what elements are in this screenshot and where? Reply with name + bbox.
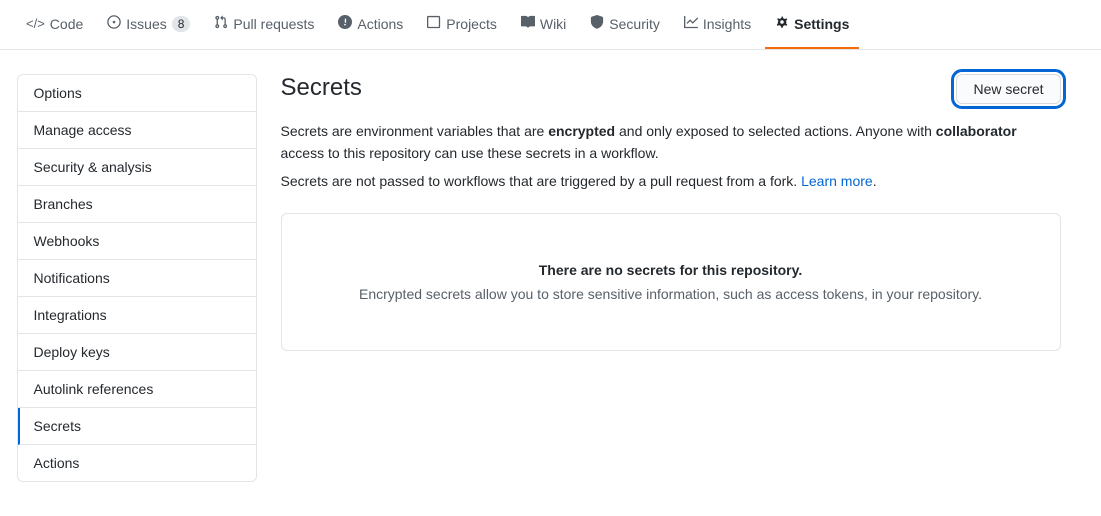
nav-label-projects: Projects (446, 16, 497, 32)
insights-icon (684, 15, 698, 32)
projects-icon (427, 15, 441, 32)
sidebar-item-deploy-keys[interactable]: Deploy keys (18, 334, 256, 371)
page-layout: Options Manage access Security & analysi… (1, 50, 1101, 506)
sidebar-item-security-analysis[interactable]: Security & analysis (18, 149, 256, 186)
code-icon: </> (26, 16, 45, 31)
main-content: Secrets New secret Secrets are environme… (257, 74, 1085, 482)
desc-after: access to this repository can use these … (281, 145, 659, 161)
nav-label-insights: Insights (703, 16, 751, 32)
new-secret-button[interactable]: New secret (956, 74, 1060, 104)
fork-note: Secrets are not passed to workflows that… (281, 173, 1061, 189)
nav-label-settings: Settings (794, 16, 849, 32)
sidebar-item-manage-access[interactable]: Manage access (18, 112, 256, 149)
nav-label-pull-requests: Pull requests (233, 16, 314, 32)
nav-item-code[interactable]: </> Code (16, 0, 93, 49)
nav-label-code: Code (50, 16, 83, 32)
description-line1: Secrets are environment variables that a… (281, 120, 1061, 165)
empty-box-title: There are no secrets for this repository… (306, 262, 1036, 278)
nav-label-security: Security (609, 16, 660, 32)
desc-before-encrypted: Secrets are environment variables that a… (281, 123, 549, 139)
learn-more-link[interactable]: Learn more (801, 173, 873, 189)
sidebar-item-branches[interactable]: Branches (18, 186, 256, 223)
wiki-icon (521, 15, 535, 32)
sidebar-item-notifications[interactable]: Notifications (18, 260, 256, 297)
nav-label-actions: Actions (357, 16, 403, 32)
sidebar-item-actions[interactable]: Actions (18, 445, 256, 481)
sidebar-item-webhooks[interactable]: Webhooks (18, 223, 256, 260)
actions-icon (338, 15, 352, 32)
security-icon (590, 15, 604, 32)
nav-item-security[interactable]: Security (580, 0, 670, 49)
nav-item-insights[interactable]: Insights (674, 0, 761, 49)
nav-item-wiki[interactable]: Wiki (511, 0, 576, 49)
nav-item-projects[interactable]: Projects (417, 0, 507, 49)
fork-note-period: . (873, 173, 877, 189)
nav-item-issues[interactable]: Issues 8 (97, 0, 200, 49)
desc-collaborator: collaborator (936, 123, 1017, 139)
nav-item-settings[interactable]: Settings (765, 0, 859, 49)
settings-icon (775, 15, 789, 32)
fork-note-before: Secrets are not passed to workflows that… (281, 173, 802, 189)
sidebar-item-options[interactable]: Options (18, 75, 256, 112)
empty-box-description: Encrypted secrets allow you to store sen… (306, 286, 1036, 302)
issues-icon (107, 15, 121, 32)
nav-item-actions[interactable]: Actions (328, 0, 413, 49)
nav-item-pull-requests[interactable]: Pull requests (204, 0, 324, 49)
nav-label-wiki: Wiki (540, 16, 566, 32)
issues-badge: 8 (172, 16, 191, 32)
desc-mid: and only exposed to selected actions. An… (615, 123, 936, 139)
sidebar-item-secrets[interactable]: Secrets (18, 408, 256, 445)
top-nav: </> Code Issues 8 Pull requests Actions … (0, 0, 1101, 50)
pull-requests-icon (214, 15, 228, 32)
page-header: Secrets New secret (281, 74, 1061, 104)
nav-label-issues: Issues (126, 16, 166, 32)
sidebar-item-autolink-references[interactable]: Autolink references (18, 371, 256, 408)
page-title: Secrets (281, 74, 362, 102)
sidebar-item-integrations[interactable]: Integrations (18, 297, 256, 334)
empty-secrets-box: There are no secrets for this repository… (281, 213, 1061, 351)
desc-encrypted: encrypted (548, 123, 615, 139)
sidebar: Options Manage access Security & analysi… (17, 74, 257, 482)
